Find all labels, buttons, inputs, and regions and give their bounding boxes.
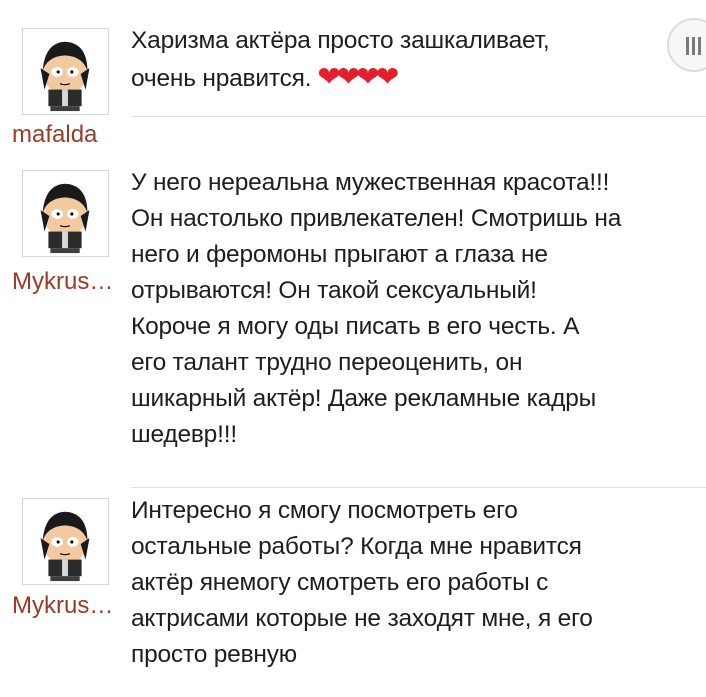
avatar-character-icon: [40, 41, 90, 112]
menu-bar: [698, 37, 701, 55]
avatar[interactable]: [22, 170, 109, 257]
comment-line: Интересно я смогу посмотреть его: [131, 497, 518, 524]
comment-line: шедевр!!!: [131, 421, 237, 448]
avatar[interactable]: [22, 498, 109, 585]
comment-line: остальные работы? Когда мне нравится: [131, 533, 582, 560]
username[interactable]: Mykrus…: [12, 592, 124, 620]
comment-text: У него нереальна мужественная красота!!!…: [131, 165, 706, 453]
username[interactable]: mafalda: [12, 121, 124, 149]
comment-line: отрываются! Он такой сексуальный!: [131, 277, 537, 304]
comment-line: шикарный актёр! Даже рекламные кадры: [131, 385, 597, 412]
divider: [131, 116, 706, 117]
avatar-character-icon: [40, 511, 90, 582]
avatar-character-icon: [40, 183, 90, 254]
comment-line: актёр янемогу смотреть его работы с: [131, 569, 549, 596]
comment-line: просто ревную: [131, 641, 297, 668]
username[interactable]: Mykrus…: [12, 268, 124, 296]
comment-line-text: очень нравится.: [131, 65, 312, 92]
comment-line: Короче я могу оды писать в его честь. А: [131, 313, 580, 340]
comment-line: Он настолько привлекателен! Смотришь на: [131, 205, 622, 232]
comment-line: Харизма актёра просто зашкаливает,: [131, 27, 550, 54]
comment-text: Интересно я смогу посмотреть его остальн…: [131, 493, 706, 673]
comment-line: У него нереальна мужественная красота!!!: [131, 169, 610, 196]
menu-bar: [686, 37, 689, 55]
hearts-emoji: ❤❤❤❤: [317, 61, 399, 92]
comment-line: очень нравится. ❤❤❤❤: [131, 59, 706, 97]
avatar[interactable]: [22, 28, 109, 115]
comment-line: актрисами которые не заходят мне, я его: [131, 605, 593, 632]
menu-bar: [692, 37, 695, 55]
comment-text: Харизма актёра просто зашкаливает, очень…: [131, 23, 706, 97]
comment-line: его талант трудно переоценить, он: [131, 349, 523, 376]
divider: [131, 487, 706, 488]
comment-line: него и феромоны прыгают а глаза не: [131, 241, 548, 268]
